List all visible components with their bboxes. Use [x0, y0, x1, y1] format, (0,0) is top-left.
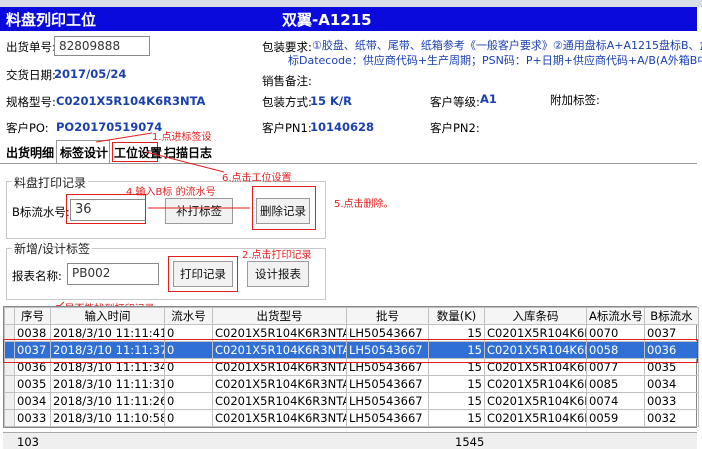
cell-b-serial: 0032 — [644, 409, 699, 427]
customer-level-label: 客户等级: — [430, 95, 480, 109]
cell-time: 2018/3/10 11:11:31 — [50, 375, 165, 393]
cell-seq: 0035 — [14, 375, 51, 393]
grid-corner — [4, 307, 15, 325]
po-label: 客户PO: — [6, 121, 49, 135]
cell-b-serial: 0034 — [644, 375, 699, 393]
table-row[interactable]: 0034 2018/3/10 11:11:26 0 C0201X5R104K6R3NT… — [4, 392, 699, 410]
cell-serial: 0 — [164, 375, 213, 393]
table-row[interactable]: 0035 2018/3/10 11:11:31 0 C0201X5R104K6R3NT… — [4, 375, 699, 393]
cell-model: C0201X5R104K6R3NTA — [212, 392, 347, 410]
tab-divider — [0, 163, 697, 164]
date-label: 交货日期: — [6, 68, 56, 82]
cell-seq: 0034 — [14, 392, 51, 410]
annotation-6: 6.点击工位设置 — [222, 173, 292, 184]
cell-model: C0201X5R104K6R3NTA — [212, 409, 347, 427]
footer-count: 103 — [17, 435, 39, 449]
title-bar: 料盘列印工位 双翼-A1215 — [0, 7, 697, 31]
col-header-b-serial[interactable]: B标流水 — [644, 307, 699, 325]
annotation-5: 5.点击删除。 — [334, 199, 394, 210]
annotation-2: 2.点击打印记录 — [242, 250, 312, 261]
pack-req-line1: ①胶盘、纸带、尾带、纸箱参考《一般客户要求》②通用盘标A+A1215盘标B、盒、 — [312, 39, 702, 52]
pn2-label: 客户PN2: — [430, 121, 480, 135]
col-header-a-serial[interactable]: A标流水号 — [586, 307, 645, 325]
col-header-qty[interactable]: 数量(K) — [428, 307, 485, 325]
pack-req-line2: 标Datecode：供应商代码+生产周期；PSN码：P+日期+供应商代码+A/B… — [288, 54, 702, 67]
row-header[interactable] — [4, 409, 15, 427]
cell-seq: 0033 — [14, 409, 51, 427]
report-name-input[interactable]: PB002 — [67, 263, 159, 285]
cell-model: C0201X5R104K6R3NTA — [212, 375, 347, 393]
report-name-label: 报表名称: — [12, 269, 62, 283]
col-header-barcode[interactable]: 入库条码 — [484, 307, 587, 325]
b-serial-label: B标流水号: — [12, 205, 70, 219]
col-header-model[interactable]: 出货型号 — [212, 307, 347, 325]
cell-qty: 15 — [428, 392, 485, 410]
row-header[interactable] — [4, 375, 15, 393]
pack-method-value: 15 K/R — [310, 94, 352, 108]
cell-time: 2018/3/10 11:11:26 — [50, 392, 165, 410]
grid-footer: 103 1545 — [3, 432, 697, 449]
print-record-highlight — [168, 256, 238, 292]
sales-note-label: 销售备注: — [262, 74, 312, 88]
cell-barcode: C0201X5R104K6R3 — [484, 375, 587, 393]
record-grid[interactable]: 序号 输入时间 流水号 出货型号 批号 数量(K) 入库条码 A标流水号 B标流… — [3, 306, 699, 428]
footer-qty-total: 1545 — [455, 435, 485, 449]
tab-shipment-detail[interactable]: 出货明细 — [6, 144, 54, 161]
grid-header-row: 序号 输入时间 流水号 出货型号 批号 数量(K) 入库条码 A标流水号 B标流… — [4, 307, 699, 325]
col-header-time[interactable]: 输入时间 — [50, 307, 165, 325]
cell-a-serial: 0074 — [586, 392, 645, 410]
selected-row-highlight — [3, 339, 698, 363]
cell-qty: 15 — [428, 409, 485, 427]
spec-label: 规格型号: — [6, 95, 56, 109]
delete-record-highlight — [252, 186, 316, 230]
print-record-group-title: 料盘打印记录 — [12, 174, 89, 191]
extra-label: 附加标签: — [550, 93, 600, 107]
pack-method-label: 包装方式: — [262, 95, 312, 109]
window-title-strip — [0, 0, 702, 7]
cell-b-serial: 0033 — [644, 392, 699, 410]
app-title: 料盘列印工位 — [6, 11, 97, 29]
cell-serial: 0 — [164, 392, 213, 410]
pn1-value: 10140628 — [310, 120, 375, 134]
customer-level-value: A1 — [480, 92, 497, 106]
cell-batch: LH50543667 — [346, 409, 429, 427]
row-header[interactable] — [4, 392, 15, 410]
design-report-button[interactable]: 设计报表 — [247, 261, 309, 287]
annotation-arrow-1 — [95, 132, 153, 143]
annotation-4: 4.输入B标 的流水号 — [126, 187, 216, 198]
cell-qty: 15 — [428, 375, 485, 393]
col-header-serial[interactable]: 流水号 — [164, 307, 213, 325]
cell-a-serial: 0059 — [586, 409, 645, 427]
col-header-seq[interactable]: 序号 — [14, 307, 51, 325]
cell-batch: LH50543667 — [346, 392, 429, 410]
pn1-label: 客户PN1: — [262, 121, 312, 135]
order-no-label: 出货单号: — [6, 40, 56, 54]
col-header-batch[interactable]: 批号 — [346, 307, 429, 325]
cell-barcode: C0201X5R104K6R3 — [484, 392, 587, 410]
product-title: 双翼-A1215 — [282, 11, 372, 29]
cell-batch: LH50543667 — [346, 375, 429, 393]
design-group-title: 新增/设计标签 — [12, 240, 93, 257]
annotation-arrow-6 — [145, 151, 225, 173]
order-no-field[interactable]: 82809888 — [54, 36, 150, 56]
spec-value: C0201X5R104K6R3NTA — [56, 94, 206, 108]
annotation-1: 1.点进标签设 — [152, 132, 212, 143]
date-value: 2017/05/24 — [54, 67, 127, 81]
annotation-arrow-5 — [148, 207, 250, 209]
b-serial-highlight — [66, 194, 146, 224]
tab-label-design[interactable]: 标签设计 — [60, 144, 108, 161]
cell-barcode: C0201X5R104K6R3 — [484, 409, 587, 427]
cell-serial: 0 — [164, 409, 213, 427]
cell-a-serial: 0085 — [586, 375, 645, 393]
table-row[interactable]: 0033 2018/3/10 11:10:58 0 C0201X5R104K6R3NT… — [4, 409, 699, 427]
cell-time: 2018/3/10 11:10:58 — [50, 409, 165, 427]
